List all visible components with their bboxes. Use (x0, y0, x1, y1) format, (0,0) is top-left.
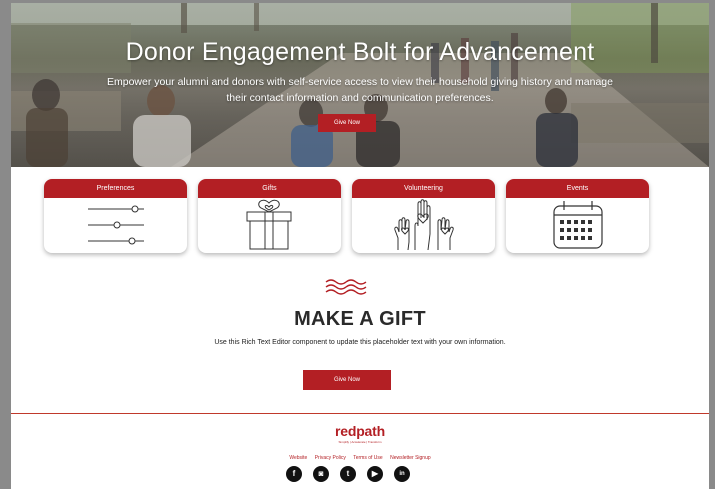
make-a-gift-title: MAKE A GIFT (294, 308, 426, 330)
footer-link-terms-of-use[interactable]: Terms of Use (353, 455, 382, 461)
twitter-icon[interactable]: t (340, 466, 356, 482)
calendar-icon (553, 201, 603, 249)
wave-divider-icon (325, 279, 367, 295)
hero-subtitle: Empower your alumni and donors with self… (106, 76, 613, 104)
gift-icon (246, 199, 292, 250)
logo-tagline: Simplify | Accelerate | Transform (338, 440, 382, 444)
card-gifts-label: Gifts (198, 179, 341, 198)
page: Donor Engagement Bolt for Advancement Em… (11, 3, 709, 489)
card-preferences[interactable]: Preferences (44, 179, 187, 253)
gift-give-now-button[interactable]: Give Now (303, 370, 391, 390)
footer-link-website[interactable]: Website (289, 455, 307, 461)
hero-title: Donor Engagement Bolt for Advancement (125, 38, 595, 66)
hero-banner: Donor Engagement Bolt for Advancement Em… (11, 3, 709, 167)
youtube-icon[interactable]: ▶ (367, 466, 383, 482)
make-a-gift-text: Use this Rich Text Editor component to u… (214, 339, 506, 346)
hero-give-now-button[interactable]: Give Now (318, 114, 376, 132)
card-events[interactable]: Events (506, 179, 649, 253)
sliders-icon (88, 205, 144, 245)
card-volunteering-label: Volunteering (352, 179, 495, 198)
card-volunteering[interactable]: Volunteering (352, 179, 495, 253)
footer-links: Website Privacy Policy Terms of Use News… (11, 455, 709, 461)
footer-divider (11, 413, 709, 414)
footer-link-newsletter-signup[interactable]: Newsletter Signup (390, 455, 431, 461)
footer-link-privacy-policy[interactable]: Privacy Policy (315, 455, 346, 461)
card-gifts[interactable]: Gifts (198, 179, 341, 253)
linkedin-icon[interactable]: in (394, 466, 410, 482)
facebook-icon[interactable]: f (286, 466, 302, 482)
card-preferences-label: Preferences (44, 179, 187, 198)
instagram-icon[interactable]: ◙ (313, 466, 329, 482)
logo-text: redpath (335, 423, 385, 439)
card-events-label: Events (506, 179, 649, 198)
redpath-logo[interactable]: redpath Simplify | Accelerate | Transfor… (11, 423, 709, 444)
social-links: f ◙ t ▶ in (286, 466, 411, 483)
raised-hands-icon (394, 199, 454, 251)
